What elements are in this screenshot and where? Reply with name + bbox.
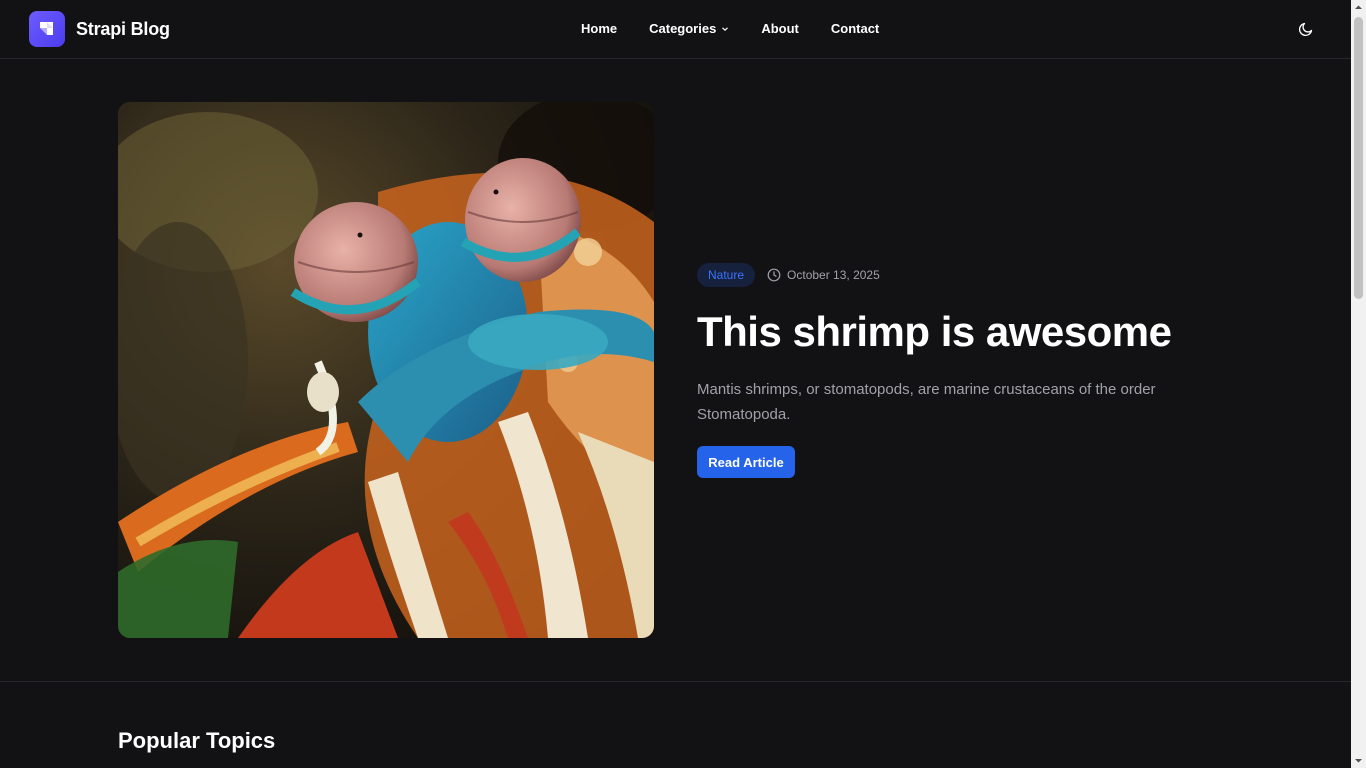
read-article-button[interactable]: Read Article: [697, 446, 795, 478]
nav-categories[interactable]: Categories: [649, 21, 729, 36]
scrollbar-thumb[interactable]: [1354, 17, 1363, 299]
chevron-down-icon: [721, 21, 729, 36]
strapi-logo-icon: [29, 11, 65, 47]
nav-about[interactable]: About: [761, 21, 799, 36]
article-title[interactable]: This shrimp is awesome: [697, 308, 1172, 356]
nav-home[interactable]: Home: [581, 21, 617, 36]
main-nav: Home Categories About Contact: [581, 21, 879, 36]
clock-icon: [767, 268, 781, 282]
hero-image[interactable]: [118, 102, 654, 638]
nav-categories-label: Categories: [649, 21, 717, 36]
mantis-shrimp-photo: [118, 102, 654, 638]
scroll-up-arrow-icon[interactable]: [1351, 0, 1366, 15]
scroll-down-arrow-icon[interactable]: [1351, 753, 1366, 768]
publish-date: October 13, 2025: [767, 268, 880, 282]
theme-toggle-button[interactable]: [1298, 21, 1314, 37]
date-text: October 13, 2025: [787, 268, 880, 282]
page-scrollbar[interactable]: [1351, 0, 1366, 768]
logo-text: Strapi Blog: [76, 18, 170, 39]
section-divider: [0, 681, 1351, 682]
moon-icon: [1298, 22, 1313, 37]
nav-contact[interactable]: Contact: [831, 21, 879, 36]
logo-link[interactable]: Strapi Blog: [29, 11, 170, 47]
category-badge[interactable]: Nature: [697, 263, 756, 287]
article-meta: Nature October 13, 2025: [697, 263, 880, 287]
article-excerpt: Mantis shrimps, or stomatopods, are mari…: [697, 381, 1156, 423]
site-header: Strapi Blog Home Categories About Contac…: [0, 0, 1351, 59]
popular-topics-heading: Popular Topics: [118, 728, 276, 753]
